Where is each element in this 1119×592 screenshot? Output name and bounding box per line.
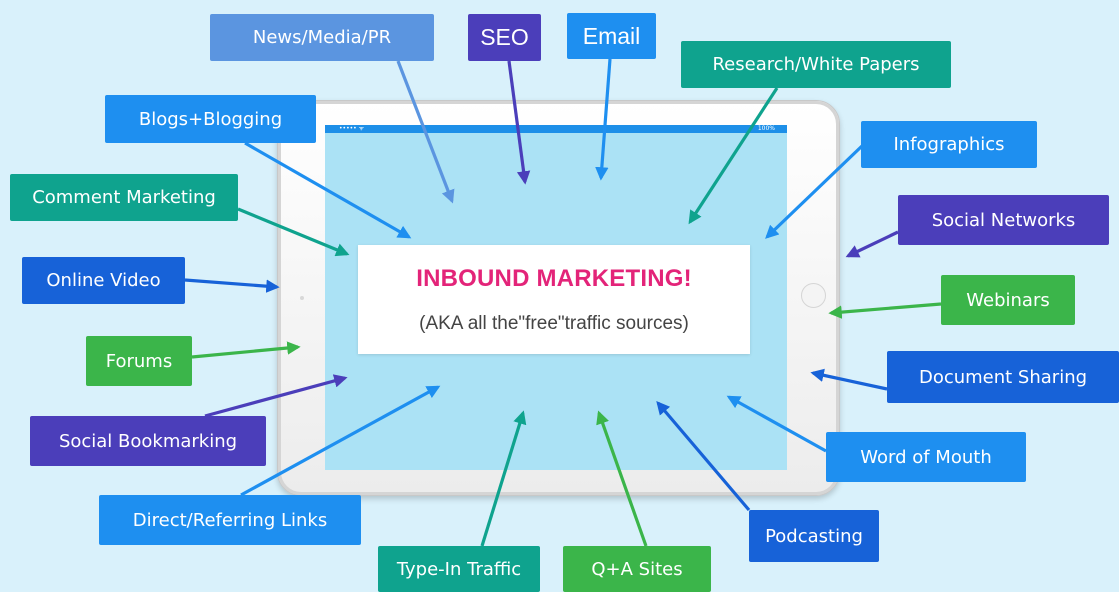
arrow-comment-marketing bbox=[237, 207, 350, 257]
arrow-podcasting bbox=[656, 400, 751, 512]
arrow-document-sharing bbox=[810, 368, 888, 391]
arrow-word-of-mouth bbox=[726, 395, 827, 453]
label-comment-marketing: Comment Marketing bbox=[10, 174, 238, 221]
label-podcasting: Podcasting bbox=[749, 510, 879, 562]
arrow-social-bookmarking bbox=[204, 374, 348, 418]
label-research-white-papers: Research/White Papers bbox=[681, 41, 951, 88]
label-webinars: Webinars bbox=[941, 275, 1075, 325]
label-infographics: Infographics bbox=[861, 121, 1037, 168]
label-blogs-blogging: Blogs+Blogging bbox=[105, 95, 316, 143]
label-online-video: Online Video bbox=[22, 257, 185, 304]
arrow-direct-referring-links bbox=[240, 385, 441, 497]
label-direct-referring-links: Direct/Referring Links bbox=[99, 495, 361, 545]
arrow-online-video bbox=[184, 278, 280, 293]
label-email: Email bbox=[567, 13, 656, 59]
label-social-networks: Social Networks bbox=[898, 195, 1109, 245]
arrow-forums bbox=[191, 341, 301, 359]
label-seo: SEO bbox=[468, 14, 541, 61]
arrow-q-a-sites bbox=[596, 410, 648, 547]
arrow-research-white-papers bbox=[688, 87, 779, 225]
arrow-type-in-traffic bbox=[480, 410, 527, 547]
label-social-bookmarking: Social Bookmarking bbox=[30, 416, 266, 466]
label-q-a-sites: Q+A Sites bbox=[563, 546, 711, 592]
label-word-of-mouth: Word of Mouth bbox=[826, 432, 1026, 482]
label-news-media-pr: News/Media/PR bbox=[210, 14, 434, 61]
arrow-email bbox=[595, 58, 612, 181]
arrow-social-networks bbox=[845, 230, 899, 258]
arrow-seo bbox=[507, 60, 531, 185]
label-document-sharing: Document Sharing bbox=[887, 351, 1119, 403]
arrow-news-media-pr bbox=[396, 60, 455, 204]
label-type-in-traffic: Type-In Traffic bbox=[378, 546, 540, 592]
arrow-infographics bbox=[765, 144, 864, 239]
label-forums: Forums bbox=[86, 336, 192, 386]
inbound-marketing-diagram: ••••• ᯤ 100% INBOUND MARKETING! (AKA all… bbox=[0, 0, 1119, 592]
arrow-webinars bbox=[828, 302, 942, 319]
